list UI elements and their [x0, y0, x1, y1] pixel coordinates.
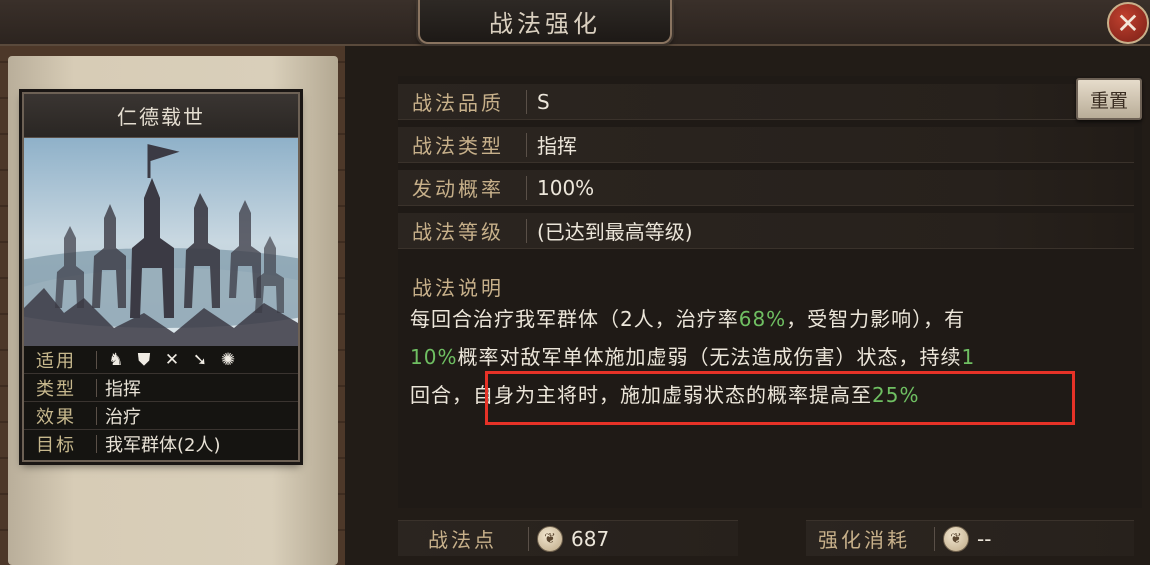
info-value: 我军群体(2人): [105, 435, 221, 456]
desc-fragment: ，受智力影响），有: [786, 307, 966, 331]
close-button[interactable]: ✕: [1107, 2, 1149, 44]
attr-row-trigger-rate: 发动概率 100%: [398, 170, 1134, 206]
tactic-info-panel: 适用 ♞ ⛊ ✕ ➘ ✺ 类型 指挥 效果 治疗 目标 我军群体(2人): [24, 346, 298, 460]
attr-row-level: 战法等级 (已达到最高等级): [398, 213, 1134, 249]
desc-fragment: 每回合治疗我军群体（2人，治疗率: [410, 307, 739, 331]
points-value: 687: [571, 526, 610, 551]
info-value: 指挥: [105, 378, 141, 400]
info-row-target: 目标 我军群体(2人): [24, 430, 298, 458]
attr-label: 战法等级: [412, 220, 504, 244]
attr-value: 指挥: [537, 134, 577, 158]
tactic-points-row: 战法点 ❦ 687: [398, 520, 738, 556]
reset-button[interactable]: 重置: [1076, 78, 1142, 120]
cavalry-icon: ♞: [108, 349, 124, 370]
desc-fragment: 概率对敌军单体施加虚弱（无法造成伤害）状态，持续: [457, 345, 962, 369]
attr-row-quality: 战法品质 S: [398, 84, 1134, 120]
spear-icon: ➘: [192, 349, 208, 370]
close-icon: ✕: [1116, 6, 1140, 40]
enhance-cost-row: 强化消耗 ❦ --: [806, 520, 1134, 556]
info-label: 效果: [36, 406, 76, 428]
attr-row-type: 战法类型 指挥: [398, 127, 1134, 163]
info-row-applicable: 适用 ♞ ⛊ ✕ ➘ ✺: [24, 346, 298, 374]
wheel-icon: ✺: [220, 349, 236, 370]
bow-icon: ✕: [164, 349, 180, 370]
attr-label: 战法类型: [412, 134, 504, 158]
cavalry-silhouette-art: [24, 144, 298, 346]
tactic-name: 仁德载世: [24, 94, 298, 138]
attr-label: 发动概率: [412, 177, 504, 201]
attr-label: 战法品质: [412, 91, 504, 115]
heal-rate-value: 68%: [738, 307, 787, 331]
info-row-type: 类型 指挥: [24, 374, 298, 402]
tactic-point-icon: ❦: [537, 525, 563, 552]
tactic-artwork: [24, 138, 298, 346]
page-title: 战法强化: [489, 9, 601, 38]
info-row-effect: 效果 治疗: [24, 402, 298, 430]
description-label: 战法说明: [412, 276, 504, 300]
info-label: 目标: [36, 435, 76, 456]
attr-value: (已达到最高等级): [537, 220, 693, 244]
duration-value: 1: [961, 345, 976, 369]
tactic-point-icon: ❦: [943, 525, 969, 552]
desc-fragment: 回合，: [410, 383, 473, 407]
attr-value: 100%: [537, 175, 595, 200]
weaken-chance-value: 10%: [410, 345, 458, 369]
info-label: 适用: [36, 350, 76, 372]
points-label: 战法点: [428, 528, 497, 552]
info-value: 治疗: [105, 406, 141, 428]
unit-type-icons: ♞ ⛊ ✕ ➘ ✺: [105, 349, 239, 371]
cost-value: --: [977, 526, 992, 551]
cost-label: 强化消耗: [818, 528, 910, 552]
tactic-card: 仁德载世 适用 ♞ ⛊ ✕ ➘ ✺ 类型 指挥 效果 治疗 目标 我军群体(2人…: [22, 92, 300, 462]
info-label: 类型: [36, 378, 76, 400]
highlight-box: [485, 371, 1075, 425]
shield-icon: ⛊: [137, 349, 151, 370]
title-plate: 战法强化: [418, 0, 672, 44]
attr-value: S: [537, 89, 550, 114]
